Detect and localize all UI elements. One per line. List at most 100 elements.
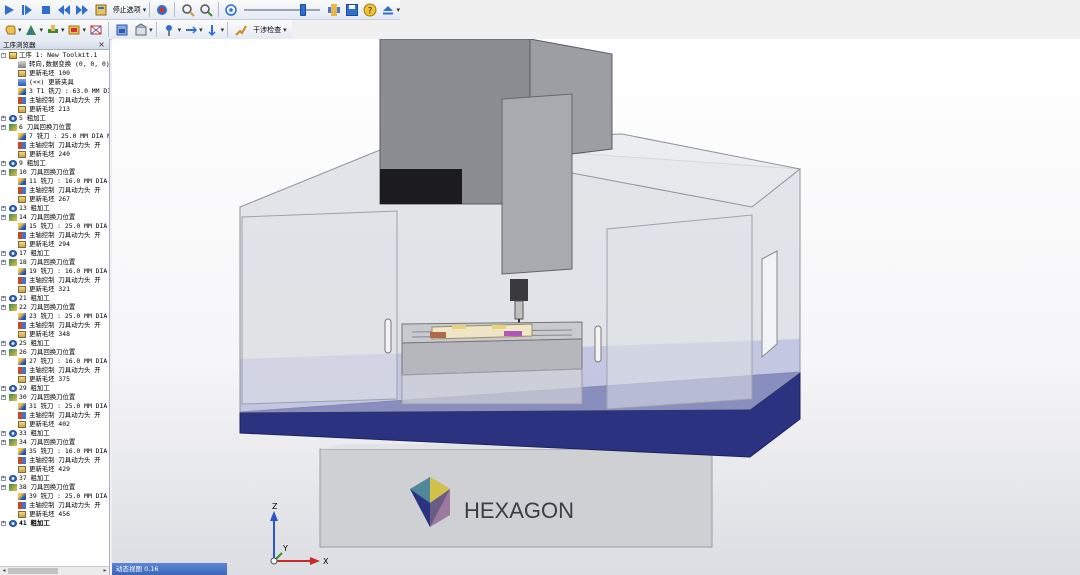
expand-icon[interactable]: + <box>1 440 6 445</box>
expand-icon[interactable]: + <box>1 260 6 265</box>
tree-row[interactable]: 主轴控制 刀具动力头 开 <box>0 501 109 510</box>
chevron-down-icon[interactable]: ▾ <box>61 26 65 34</box>
tree-row[interactable]: 主轴控制 刀具动力头 开 <box>0 456 109 465</box>
tree-row[interactable]: 更新毛坯 240 <box>0 150 109 159</box>
tree-row[interactable]: - 工序 1: New Toolkit.1 <box>0 51 109 60</box>
speed-slider[interactable] <box>244 2 321 18</box>
tree-row[interactable]: +10 刀具回换刀位置 <box>0 168 109 177</box>
expand-icon[interactable]: + <box>1 521 6 526</box>
tree-row[interactable]: 更新毛坯 321 <box>0 285 109 294</box>
tree-row[interactable]: 3 T1 铣刀 : 63.0 MM DIA <box>0 87 109 96</box>
rewind-icon[interactable] <box>56 1 72 18</box>
expand-icon[interactable]: + <box>1 305 6 310</box>
zoom-in-icon[interactable] <box>179 1 195 18</box>
tree-row[interactable]: +21 粗加工 <box>0 294 109 303</box>
tree-row[interactable]: 更新毛坯 294 <box>0 240 109 249</box>
chevron-down-icon[interactable]: ▾ <box>199 26 203 34</box>
tree-row[interactable]: +41 粗加工 <box>0 519 109 528</box>
chevron-down-icon[interactable]: ▾ <box>143 6 147 14</box>
expand-icon[interactable]: + <box>1 341 6 346</box>
tree-row[interactable]: 19 铣刀 : 16.0 MM DIA M <box>0 267 109 276</box>
stop-option-label[interactable]: 停止选项 <box>110 5 144 15</box>
horizontal-scrollbar[interactable]: ◂ ▸ <box>0 566 109 575</box>
record-icon[interactable] <box>154 1 170 18</box>
multi-axis-icon[interactable] <box>23 21 40 38</box>
tree-row[interactable]: 11 铣刀 : 16.0 MM DIA M <box>0 177 109 186</box>
tree-row[interactable]: +38 刀具回换刀位置 <box>0 483 109 492</box>
expand-icon[interactable]: + <box>1 206 6 211</box>
tree-row[interactable]: 15 铣刀 : 25.0 MM DIA M <box>0 222 109 231</box>
machine-view-icon[interactable] <box>113 21 130 38</box>
collision-icon[interactable] <box>232 21 249 38</box>
chevron-down-icon[interactable]: ▾ <box>283 26 287 34</box>
scroll-right-icon[interactable]: ▸ <box>101 567 109 575</box>
tree-row[interactable]: 更新毛坯 348 <box>0 330 109 339</box>
expand-icon[interactable]: + <box>1 431 6 436</box>
chevron-down-icon[interactable]: ▾ <box>149 26 153 34</box>
tree-row[interactable]: 主轴控制 刀具动力头 开 <box>0 366 109 375</box>
expand-icon[interactable]: + <box>1 395 6 400</box>
chevron-down-icon[interactable]: ▾ <box>178 26 182 34</box>
tree-row[interactable]: 主轴控制 刀具动力头 开 <box>0 96 109 105</box>
expand-icon[interactable]: + <box>1 125 6 130</box>
tree-row[interactable]: +22 刀具回换刀位置 <box>0 303 109 312</box>
fixture-icon[interactable] <box>66 21 83 38</box>
tool-icon[interactable] <box>325 1 341 18</box>
tree-row[interactable]: +33 粗加工 <box>0 429 109 438</box>
play-icon[interactable] <box>1 1 17 18</box>
scrollbar-thumb[interactable] <box>8 568 58 574</box>
expand-icon[interactable]: + <box>1 170 6 175</box>
align-icon[interactable] <box>182 21 199 38</box>
chevron-down-icon[interactable]: ▾ <box>396 6 400 14</box>
tree-row[interactable]: 更新毛坯 375 <box>0 375 109 384</box>
tree-row[interactable]: 主轴控制 刀具动力头 开 <box>0 276 109 285</box>
tree-row[interactable]: +14 刀具回换刀位置 <box>0 213 109 222</box>
tree-row[interactable]: 主轴控制 刀具动力头 开 <box>0 411 109 420</box>
tree-row[interactable]: (<<) 更新夹具 <box>0 78 109 87</box>
tree-row[interactable]: 更新毛坯 456 <box>0 510 109 519</box>
book-icon[interactable] <box>92 1 108 18</box>
tree-row[interactable]: 更新毛坯 267 <box>0 195 109 204</box>
expand-icon[interactable]: + <box>1 485 6 490</box>
chevron-down-icon[interactable]: ▾ <box>18 26 22 34</box>
tree-row[interactable]: +5 粗加工 <box>0 114 109 123</box>
simulation-viewport[interactable]: HEXAGON Z Y X <box>112 39 1080 575</box>
tree-row[interactable]: +26 刀具回换刀位置 <box>0 348 109 357</box>
expand-icon[interactable]: + <box>1 386 6 391</box>
tree-row[interactable]: 更新毛坯 100 <box>0 69 109 78</box>
close-icon[interactable]: × <box>97 40 106 49</box>
zoom-out-icon[interactable] <box>198 1 214 18</box>
tree-row[interactable]: 23 铣刀 : 25.0 MM DIA M <box>0 312 109 321</box>
step-icon[interactable] <box>19 1 35 18</box>
cutter-icon[interactable] <box>44 21 61 38</box>
expand-icon[interactable]: + <box>1 116 6 121</box>
hand-icon[interactable] <box>1 21 18 38</box>
tree-row[interactable]: 27 铣刀 : 16.0 MM DIA M <box>0 357 109 366</box>
expand-icon[interactable]: + <box>1 296 6 301</box>
interference-check-label[interactable]: 干涉检查 <box>250 25 284 35</box>
tree-row[interactable]: +37 粗加工 <box>0 474 109 483</box>
tree-row[interactable]: +9 粗加工 <box>0 159 109 168</box>
operation-tree[interactable]: - 工序 1: New Toolkit.1 转向,数据变换 (0, 0, 0) 更新毛… <box>0 51 109 565</box>
tree-row[interactable]: +30 刀具回换刀位置 <box>0 393 109 402</box>
chevron-down-icon[interactable]: ▾ <box>40 26 44 34</box>
tree-row[interactable]: 7 铣刀 : 25.0 MM DIA MU <box>0 132 109 141</box>
tree-row[interactable]: +34 刀具回换刀位置 <box>0 438 109 447</box>
tree-row[interactable]: +13 粗加工 <box>0 204 109 213</box>
expand-icon[interactable]: + <box>1 350 6 355</box>
section-view-icon[interactable] <box>132 21 149 38</box>
probe-icon[interactable] <box>161 21 178 38</box>
help-icon[interactable]: ? <box>362 1 378 18</box>
eject-icon[interactable] <box>380 1 396 18</box>
tree-row[interactable]: +17 粗加工 <box>0 249 109 258</box>
tree-row[interactable]: 主轴控制 刀具动力头 开 <box>0 186 109 195</box>
expand-icon[interactable]: + <box>1 161 6 166</box>
tree-row[interactable]: 更新毛坯 429 <box>0 465 109 474</box>
expand-icon[interactable]: + <box>1 476 6 481</box>
save-icon[interactable] <box>344 1 360 18</box>
tree-row[interactable]: 35 铣刀 : 16.0 MM DIA M <box>0 447 109 456</box>
tree-row[interactable]: 转向,数据变换 (0, 0, 0) <box>0 60 109 69</box>
material-icon[interactable] <box>87 21 104 38</box>
zoom-fit-icon[interactable] <box>223 1 239 18</box>
expand-icon[interactable]: + <box>1 215 6 220</box>
